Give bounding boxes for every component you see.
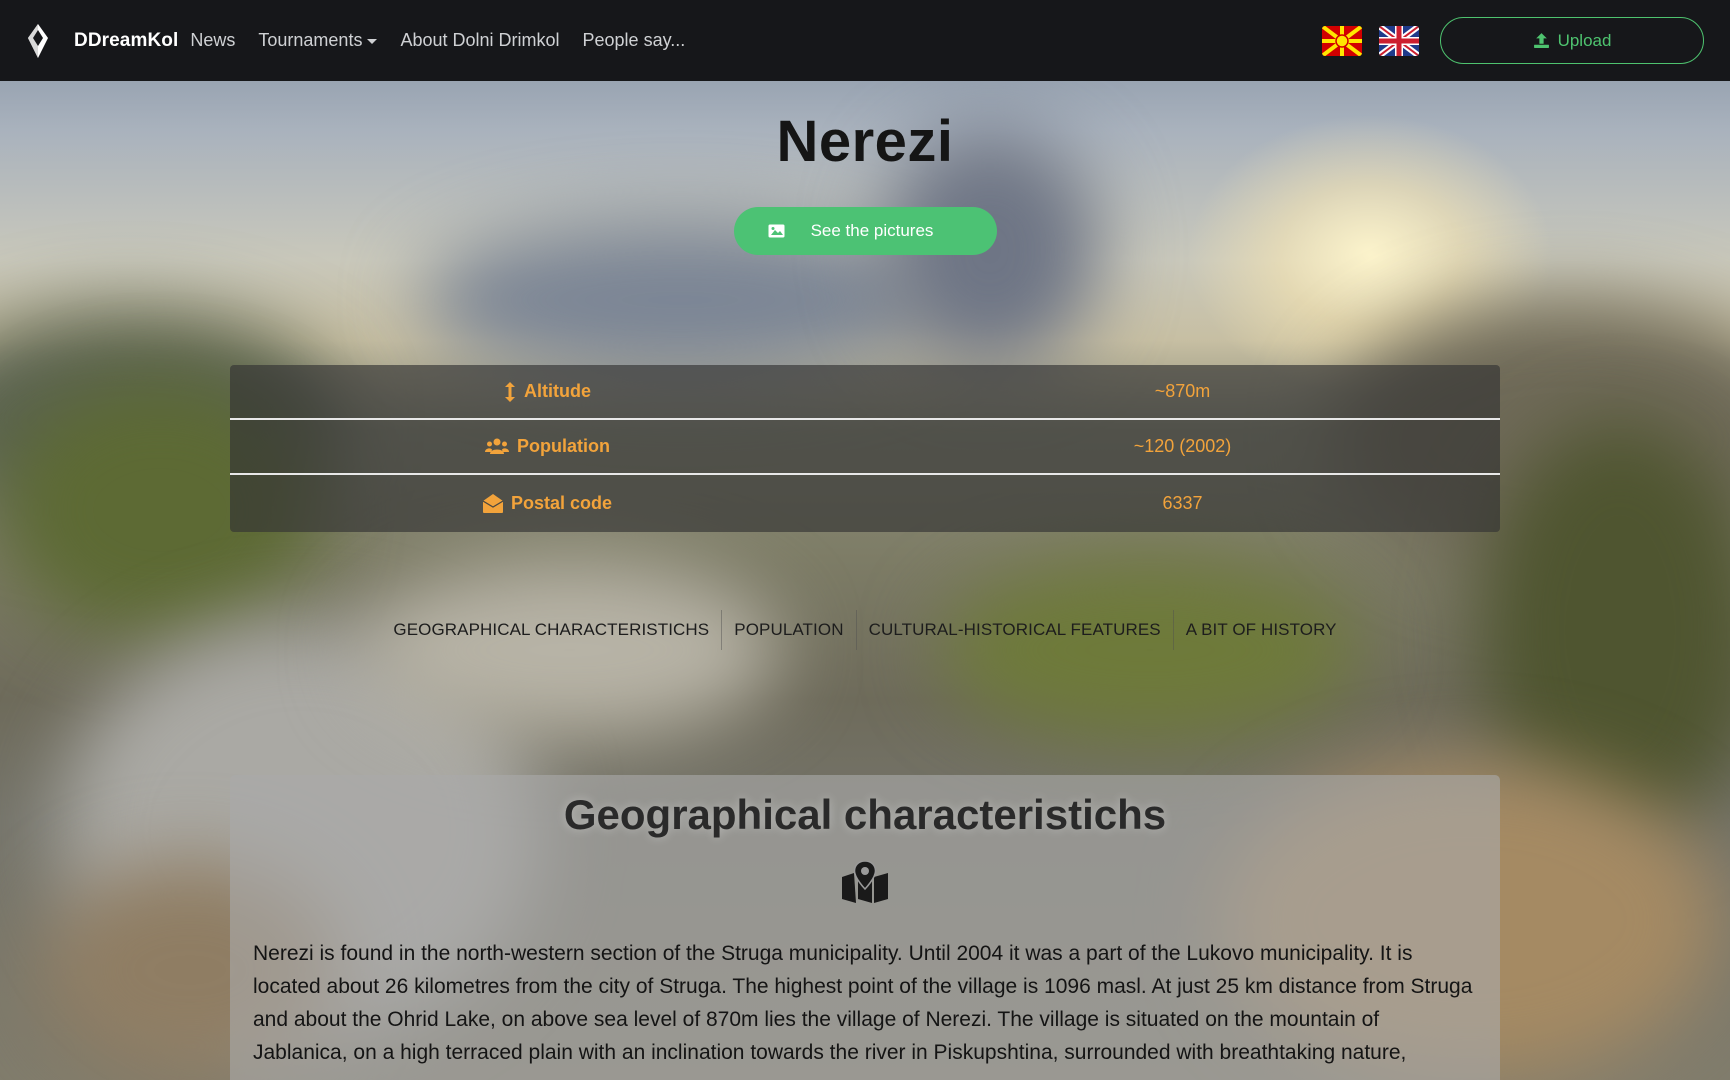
info-key: Altitude <box>230 381 865 402</box>
info-label: Population <box>517 436 610 456</box>
diamond-logo-icon <box>28 23 48 58</box>
nav-link-tournaments-label: Tournaments <box>258 30 363 50</box>
nav-link-tournaments[interactable]: Tournaments <box>258 30 378 51</box>
arrows-vertical-icon <box>505 381 515 402</box>
see-pictures-label: See the pictures <box>810 221 934 240</box>
tab-population[interactable]: POPULATION <box>722 620 855 640</box>
flag-uk-icon[interactable] <box>1379 25 1419 56</box>
nav-link-about[interactable]: About Dolni Drimkol <box>400 30 559 51</box>
tab-history[interactable]: A BIT OF HISTORY <box>1174 620 1349 640</box>
info-label: Altitude <box>524 381 591 401</box>
upload-button[interactable]: Upload <box>1440 17 1704 64</box>
info-row-population: Population ~120 (2002) <box>230 420 1500 475</box>
info-key: Population <box>230 436 865 457</box>
brand[interactable]: DDreamKol <box>26 23 190 58</box>
info-label: Postal code <box>510 493 613 513</box>
section-tabs: GEOGRAPHICAL CHARACTERISTICHS POPULATION… <box>0 610 1730 650</box>
upload-label: Upload <box>1557 30 1612 50</box>
page-title: Nerezi <box>776 109 954 174</box>
upload-icon <box>1533 33 1549 48</box>
envelope-open-icon <box>482 494 503 513</box>
navbar: DDreamKol News Tournaments About Dolni D… <box>0 0 1730 81</box>
caret-down-icon <box>367 39 378 44</box>
info-row-altitude: Altitude ~870m <box>230 365 1500 420</box>
see-pictures-button[interactable]: See the pictures <box>734 207 997 255</box>
flag-macedonia-icon[interactable] <box>1322 25 1362 56</box>
nav-link-people-say[interactable]: People say... <box>583 30 686 51</box>
section-body-text: Nerezi is found in the north-western sec… <box>253 942 1473 1064</box>
image-icon <box>768 224 785 238</box>
info-table: Altitude ~870m Population ~120 (2002) Po… <box>230 365 1500 532</box>
section-card: Geographical characteristichs Nerezi is … <box>230 775 1500 1080</box>
brand-name: DDreamKol <box>74 29 179 51</box>
tab-geographical-characteristics[interactable]: GEOGRAPHICAL CHARACTERISTICHS <box>381 620 721 640</box>
nav-right: Upload <box>1322 17 1704 64</box>
tab-cultural-historical-features[interactable]: CULTURAL-HISTORICAL FEATURES <box>857 620 1173 640</box>
info-value: ~870m <box>1154 381 1211 401</box>
section-title: Geographical characteristichs <box>563 791 1167 838</box>
info-row-postal-code: Postal code 6337 <box>230 475 1500 532</box>
users-icon <box>485 438 509 454</box>
map-marked-icon <box>842 861 888 903</box>
section-icon-wrap <box>230 861 1500 903</box>
nav-link-news[interactable]: News <box>190 30 235 51</box>
info-key: Postal code <box>230 493 865 514</box>
info-value: ~120 (2002) <box>1133 436 1232 456</box>
info-value: 6337 <box>1162 493 1203 513</box>
